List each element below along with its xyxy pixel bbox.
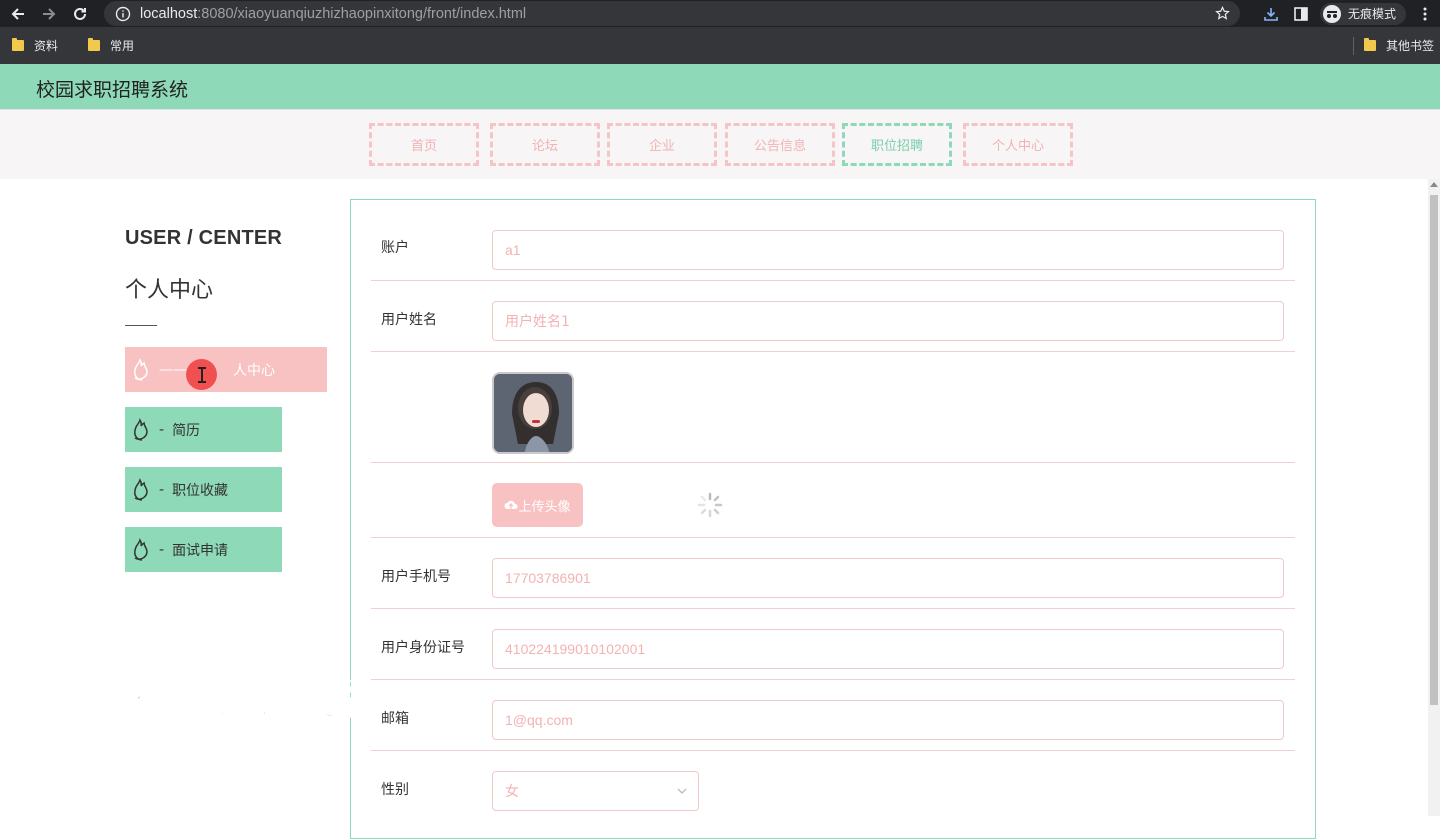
upload-button-label: 上传头像 xyxy=(518,499,571,515)
sidebar-title-cn: 个人中心 xyxy=(125,278,214,303)
sidebar-item-resume[interactable]: - 简历 xyxy=(125,407,282,452)
form-row-gender: 性别 女 xyxy=(371,751,1295,822)
nav-home[interactable]: 首页 xyxy=(369,123,479,166)
address-bar[interactable]: localhost:8080/xiaoyuanqiuzhizhaopinxito… xyxy=(104,1,1240,26)
menu-button[interactable] xyxy=(1410,0,1440,27)
sidebar-item-job-favorites[interactable]: - 职位收藏 xyxy=(125,467,282,512)
flame-icon xyxy=(134,537,148,561)
gender-label: 性别 xyxy=(381,782,409,798)
nav-user-center[interactable]: 个人中心 xyxy=(963,123,1073,166)
folder-icon xyxy=(88,38,101,51)
folder-icon xyxy=(1363,38,1376,51)
site-header: 校园求职招聘系统 xyxy=(0,64,1440,109)
browser-toolbar: localhost:8080/xiaoyuanqiuzhizhaopinxito… xyxy=(0,0,1440,27)
phone-label: 用户手机号 xyxy=(381,569,451,585)
flame-icon xyxy=(134,357,148,381)
download-button[interactable] xyxy=(1256,0,1286,27)
nav-notice[interactable]: 公告信息 xyxy=(725,123,835,166)
sidebar-dash: - xyxy=(159,541,165,558)
email-label: 邮箱 xyxy=(381,711,409,727)
other-bookmarks[interactable]: 其他书签 xyxy=(1363,37,1434,54)
user-info-form: 账户 a1 用户姓名 用户姓名1 上传头像 用户手机号 17703786901 … xyxy=(350,199,1316,839)
flame-icon xyxy=(134,417,148,441)
form-row-phone: 用户手机号 17703786901 xyxy=(371,538,1295,609)
form-row-idcard: 用户身份证号 410224199010102001 xyxy=(371,609,1295,680)
nav-company[interactable]: 企业 xyxy=(607,123,717,166)
url-text: localhost:8080/xiaoyuanqiuzhizhaopinxito… xyxy=(140,5,527,22)
idcard-label: 用户身份证号 xyxy=(381,640,465,656)
page-scrollbar[interactable] xyxy=(1428,179,1440,816)
bookmarks-separator xyxy=(1352,36,1354,55)
reload-icon xyxy=(74,7,86,20)
arrow-left-icon xyxy=(11,7,24,20)
form-row-name: 用户姓名 用户姓名1 xyxy=(371,281,1295,352)
side-panel-button[interactable] xyxy=(1286,0,1316,27)
back-button[interactable] xyxy=(5,1,31,27)
sidebar-item-label: 简历 xyxy=(172,422,201,439)
nav-forum[interactable]: 论坛 xyxy=(490,123,600,166)
sidebar-title-en: USER / CENTER xyxy=(125,227,283,249)
bookmark-folder-changyong[interactable]: 常用 xyxy=(88,37,134,54)
sidebar-item-label: 人中心 xyxy=(233,362,275,379)
form-row-avatar xyxy=(371,352,1295,463)
nav-jobs[interactable]: 职位招聘 xyxy=(842,123,952,166)
bookmark-folder-ziliao[interactable]: 资料 xyxy=(12,37,58,54)
side-panel-icon xyxy=(1294,6,1308,21)
gender-select[interactable]: 女 xyxy=(492,771,699,811)
sidebar-item-label: 职位收藏 xyxy=(172,482,229,499)
sidebar-item-label: 面试申请 xyxy=(172,542,229,559)
forward-button[interactable] xyxy=(36,1,62,27)
phone-input[interactable]: 17703786901 xyxy=(492,558,1284,598)
flame-icon xyxy=(134,477,148,501)
avatar-image xyxy=(492,372,574,454)
info-icon xyxy=(115,6,131,21)
incognito-badge[interactable]: 无痕模式 xyxy=(1319,2,1406,25)
name-input[interactable]: 用户姓名1 xyxy=(492,301,1284,341)
form-row-email: 邮箱 1@qq.com xyxy=(371,680,1295,751)
cloud-upload-icon xyxy=(504,500,518,509)
idcard-input[interactable]: 410224199010102001 xyxy=(492,629,1284,669)
avatar-portrait-icon xyxy=(494,374,572,452)
mouse-cursor-indicator xyxy=(186,359,217,390)
account-input[interactable]: a1 xyxy=(492,230,1284,270)
sidebar-dash: —— xyxy=(159,361,187,378)
loading-spinner-icon xyxy=(697,492,723,518)
folder-icon xyxy=(12,38,24,51)
kebab-menu-icon xyxy=(1423,7,1427,20)
chevron-down-icon xyxy=(677,788,687,794)
account-label: 账户 xyxy=(381,240,409,256)
arrow-right-icon xyxy=(43,7,56,20)
sidebar-item-user-center[interactable]: —— 人中心 xyxy=(125,347,327,392)
sidebar-dash: - xyxy=(159,481,165,498)
scrollbar-thumb[interactable] xyxy=(1430,195,1438,705)
incognito-icon xyxy=(1322,4,1341,23)
gender-selected-value: 女 xyxy=(505,784,519,800)
main-nav: 首页 论坛 企业 公告信息 职位招聘 个人中心 xyxy=(0,109,1440,179)
form-row-upload: 上传头像 xyxy=(371,463,1295,538)
watermark-text: 专业毕业设计代做 xyxy=(49,677,378,725)
form-row-account: 账户 a1 xyxy=(371,220,1295,281)
sidebar-divider xyxy=(125,325,157,326)
download-icon xyxy=(1264,7,1278,21)
sidebar-item-interview[interactable]: - 面试申请 xyxy=(125,527,282,572)
sidebar-dash: - xyxy=(159,421,165,438)
bookmarks-bar: 资料 常用 其他书签 xyxy=(0,27,1440,64)
email-input[interactable]: 1@qq.com xyxy=(492,700,1284,740)
bookmark-star-icon[interactable] xyxy=(1215,6,1230,21)
incognito-label: 无痕模式 xyxy=(1347,7,1396,21)
name-label: 用户姓名 xyxy=(381,312,437,328)
site-title: 校园求职招聘系统 xyxy=(36,79,189,101)
scroll-up-arrow-icon[interactable] xyxy=(1430,182,1438,187)
upload-avatar-button[interactable]: 上传头像 xyxy=(492,483,583,527)
reload-button[interactable] xyxy=(67,1,93,27)
text-cursor-icon xyxy=(197,366,206,383)
